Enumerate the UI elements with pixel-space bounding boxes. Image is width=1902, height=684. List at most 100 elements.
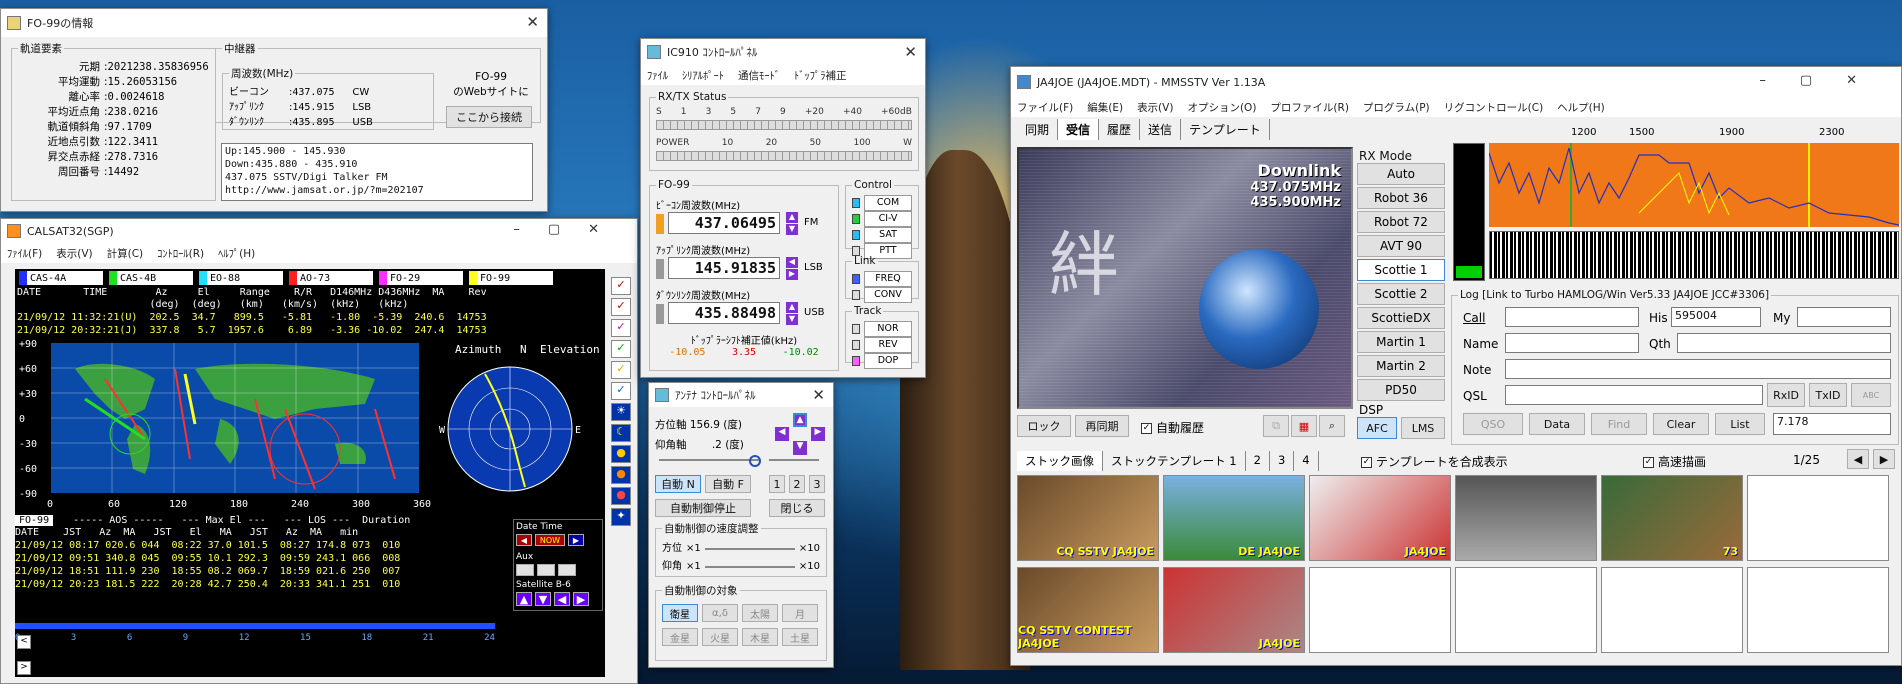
preset-3-button[interactable]: 3 (809, 475, 825, 493)
left-arrow-icon[interactable]: ◀ (775, 427, 789, 441)
menu-item[interactable]: 表示(V) (1137, 100, 1173, 115)
resync-button[interactable]: 再同期 (1075, 415, 1129, 437)
ic910-titlebar[interactable]: IC910 ｺﾝﾄﾛｰﾙﾊﾟﾈﾙ ✕ (641, 39, 925, 65)
uplink-freq-field[interactable]: 145.91835 (668, 257, 780, 279)
up-arrow-icon[interactable]: ▲ (516, 592, 532, 606)
planet-icon[interactable]: ● (611, 487, 631, 505)
window-controls[interactable]: –▢✕ (513, 222, 627, 237)
scroll-right-icon[interactable]: > (17, 661, 31, 675)
track-toggle[interactable]: NOR (852, 321, 912, 337)
spectrum-display[interactable] (1489, 143, 1899, 227)
search-icon[interactable] (749, 455, 761, 467)
stock-thumbnail[interactable]: JA4JOE (1309, 475, 1451, 561)
left-arrow-icon[interactable]: ◀ (786, 257, 798, 268)
stock-thumbnail[interactable]: CQ SSTV JA4JOE (1017, 475, 1159, 561)
el-slider[interactable] (769, 459, 819, 461)
auto-n-button[interactable]: 自動 N (655, 475, 701, 493)
auto-f-button[interactable]: 自動 F (705, 475, 751, 493)
menu-item[interactable]: 表示(V) (56, 246, 92, 261)
menu-item[interactable]: ｼﾘｱﾙﾎﾟｰﾄ (682, 68, 724, 83)
waterfall-display[interactable] (1489, 231, 1899, 279)
forward-button[interactable]: ▶ (568, 534, 584, 546)
tab[interactable]: 受信 (1058, 119, 1100, 140)
stock-thumbnail[interactable]: CQ SSTV CONTEST JA4JOE (1017, 567, 1159, 653)
control-toggle[interactable]: CI-V (852, 211, 912, 227)
world-map-and-sky-plot[interactable]: +90 +60 +30 0 -30 -60 -90 0 60 120 180 240 300 360 A… (15, 339, 605, 519)
menu-item[interactable]: プロファイル(R) (1270, 100, 1349, 115)
stock-thumbnail[interactable] (1747, 567, 1889, 653)
target-button[interactable]: 土星 (782, 628, 818, 646)
up-arrow-icon[interactable]: ▲ (793, 413, 807, 427)
planet-icon[interactable]: ● (611, 466, 631, 484)
magnify-icon[interactable]: ⌕ (1319, 415, 1345, 437)
right-arrow-icon[interactable]: ▶ (811, 427, 825, 441)
stock-thumbnail[interactable] (1601, 567, 1743, 653)
rx-mode-button[interactable]: Martin 2 (1357, 355, 1445, 377)
close-icon[interactable]: ✕ (904, 43, 917, 61)
rx-mode-button[interactable]: AVT 90 (1357, 235, 1445, 257)
prev-page-icon[interactable]: ◀ (1847, 449, 1869, 469)
down-arrow-icon[interactable]: ▼ (793, 441, 807, 455)
fo99-titlebar[interactable]: FO-99の情報 ✕ (1, 9, 547, 37)
check-icon[interactable]: ✓ (611, 340, 631, 358)
sat-chip[interactable]: CAS-4A (19, 271, 103, 285)
control-toggle[interactable]: SAT (852, 227, 912, 243)
afc-button[interactable]: AFC (1357, 417, 1397, 439)
stock-tab[interactable]: ストック画像 (1017, 451, 1103, 471)
his-select[interactable]: 595004 (1671, 307, 1761, 327)
preset-1-button[interactable]: 1 (769, 475, 785, 493)
stock-thumbnail[interactable]: 73 (1601, 475, 1743, 561)
my-select[interactable] (1797, 307, 1891, 327)
antenna-titlebar[interactable]: ｱﾝﾃﾅ ｺﾝﾄﾛｰﾙﾊﾟﾈﾙ ✕ (649, 383, 833, 407)
menu-item[interactable]: リグコントロール(C) (1444, 100, 1544, 115)
down-arrow-icon[interactable]: ▼ (786, 224, 798, 235)
note-input[interactable] (1505, 359, 1891, 379)
list-button[interactable]: List (1715, 413, 1765, 435)
link-toggle[interactable]: CONV (852, 287, 912, 303)
menu-item[interactable]: 編集(E) (1087, 100, 1123, 115)
aux-button[interactable] (558, 564, 576, 576)
next-page-icon[interactable]: ▶ (1873, 449, 1895, 469)
menu-item[interactable]: ｺﾝﾄﾛｰﾙ(R) (157, 246, 204, 261)
menu-item[interactable]: ﾄﾞｯﾌﾟﾗ補正 (794, 68, 847, 83)
right-arrow-icon[interactable]: ▶ (786, 269, 798, 280)
fast-draw-checkbox[interactable]: ✓ (1643, 457, 1654, 468)
stock-thumbnail[interactable] (1747, 475, 1889, 561)
target-button[interactable]: 衛星 (662, 604, 698, 622)
satellite-select[interactable]: FO-99 (15, 515, 54, 526)
data-button[interactable]: Data (1529, 413, 1585, 435)
close-icon[interactable]: ✕ (526, 13, 539, 31)
tab[interactable]: 履歴 (1099, 119, 1141, 140)
az-slider[interactable] (659, 459, 759, 461)
speed-el-slider[interactable] (704, 566, 795, 568)
menu-item[interactable]: 通信ﾓｰﾄﾞ (738, 68, 780, 83)
rx-mode-button[interactable]: Martin 1 (1357, 331, 1445, 353)
planet-icon[interactable]: ● (611, 445, 631, 463)
call-input[interactable] (1505, 307, 1639, 327)
rxid-button[interactable]: RxID (1767, 383, 1805, 407)
target-button[interactable]: 木星 (742, 628, 778, 646)
tab[interactable]: 同期 (1017, 119, 1059, 140)
scroll-left-icon[interactable]: < (17, 635, 31, 649)
qsl-input[interactable] (1505, 385, 1763, 405)
downlink-freq-field[interactable]: 435.88498 (668, 302, 780, 324)
abc-button[interactable]: ABC (1851, 383, 1891, 407)
sat-chip[interactable]: EO-88 (199, 271, 283, 285)
control-toggle[interactable]: COM (852, 195, 912, 211)
menu-item[interactable]: ﾌｧｲﾙ(F) (7, 246, 42, 261)
lms-button[interactable]: LMS (1401, 417, 1445, 439)
calsat-titlebar[interactable]: CALSAT32(SGP) –▢✕ (1, 219, 637, 243)
left-arrow-icon[interactable]: ◀ (554, 592, 570, 606)
close-button[interactable]: 閉じる (769, 499, 825, 517)
target-button[interactable]: 金星 (662, 628, 698, 646)
track-toggle[interactable]: REV (852, 337, 912, 353)
aux-button[interactable] (516, 564, 534, 576)
menu-item[interactable]: ヘルプ(H) (1557, 100, 1605, 115)
beacon-freq-field[interactable]: 437.06495 (668, 212, 780, 234)
back-button[interactable]: ◀ (516, 534, 532, 546)
stock-thumbnail[interactable] (1455, 475, 1597, 561)
qso-button[interactable]: QSO (1463, 413, 1523, 435)
window-controls[interactable]: –▢✕ (1759, 73, 1891, 88)
connect-website-button[interactable]: ここから接続 (446, 106, 532, 128)
notes-textarea[interactable]: Up:145.900 - 145.930 Down:435.880 - 435.9… (221, 143, 533, 201)
